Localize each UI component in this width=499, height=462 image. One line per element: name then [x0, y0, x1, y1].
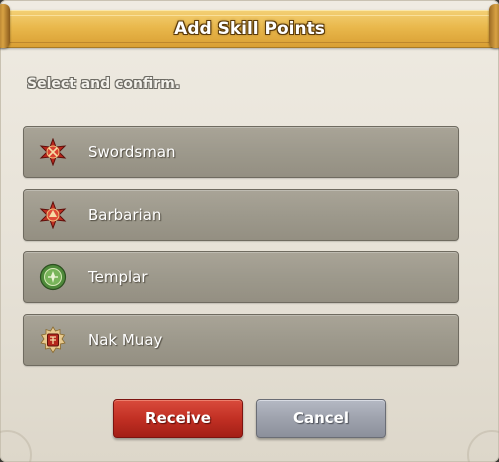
corner-ornament: [467, 430, 499, 462]
option-nak-muay[interactable]: Nak Muay: [23, 314, 459, 366]
scroll-ornament-left: [0, 4, 10, 48]
option-label: Swordsman: [88, 143, 176, 161]
templar-class-icon: [39, 263, 67, 291]
option-label: Templar: [88, 268, 148, 286]
swordsman-class-icon: [39, 138, 67, 166]
option-label: Barbarian: [88, 206, 162, 224]
cancel-button[interactable]: Cancel: [256, 399, 386, 438]
option-barbarian[interactable]: Barbarian: [23, 189, 459, 241]
corner-ornament: [0, 430, 32, 462]
option-templar[interactable]: Templar: [23, 251, 459, 303]
option-swordsman[interactable]: Swordsman: [23, 126, 459, 178]
nak-muay-class-icon: [40, 326, 66, 354]
barbarian-class-icon: [39, 201, 67, 229]
receive-button[interactable]: Receive: [113, 399, 243, 438]
title-bar: Add Skill Points: [0, 10, 499, 48]
add-skill-points-dialog: Add Skill Points Select and confirm. Swo…: [0, 0, 499, 462]
option-label: Nak Muay: [88, 331, 163, 349]
dialog-title: Add Skill Points: [174, 19, 325, 39]
scroll-ornament-right: [489, 4, 499, 48]
instruction-text: Select and confirm.: [27, 76, 181, 92]
